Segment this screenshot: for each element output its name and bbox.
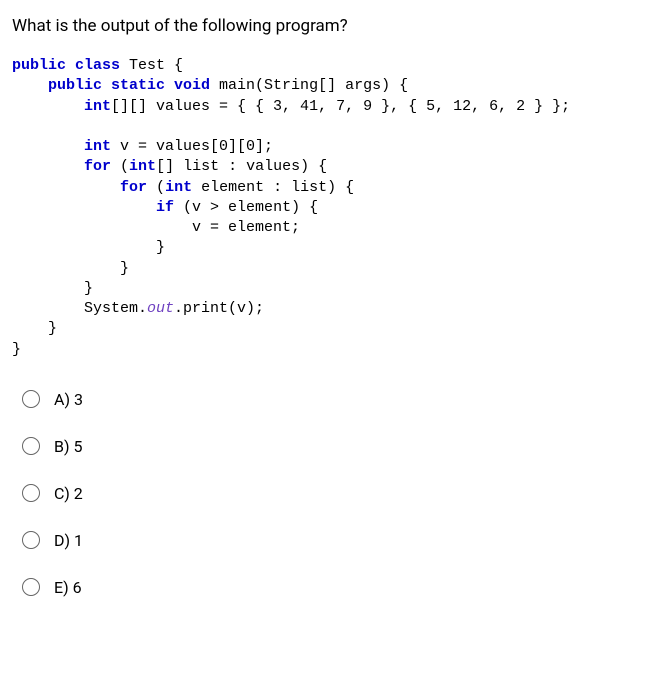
code-text: } — [120, 260, 129, 277]
option-d[interactable]: D) 1 — [22, 531, 642, 550]
kw: int — [84, 98, 111, 115]
radio-icon — [22, 390, 40, 408]
code-text: element : list) { — [192, 179, 354, 196]
option-c[interactable]: C) 2 — [22, 484, 642, 503]
option-label: B) 5 — [54, 437, 83, 456]
option-label: E) 6 — [54, 578, 82, 597]
radio-icon — [22, 484, 40, 502]
radio-icon — [22, 578, 40, 596]
option-b[interactable]: B) 5 — [22, 437, 642, 456]
code-text: .print(v); — [174, 300, 264, 317]
code-text: v = values[0][0]; — [111, 138, 273, 155]
code-text: [][] values = { { 3, 41, 7, 9 }, { 5, 12… — [111, 98, 570, 115]
option-a[interactable]: A) 3 — [22, 390, 642, 409]
kw: public class — [12, 57, 120, 74]
kw: for — [84, 158, 111, 175]
code-text: } — [48, 320, 57, 337]
radio-icon — [22, 531, 40, 549]
code-text: [] list : values) { — [156, 158, 327, 175]
question-text: What is the output of the following prog… — [12, 16, 642, 36]
code-block: public class Test { public static void m… — [12, 56, 642, 360]
kw: int — [84, 138, 111, 155]
code-text: System. — [84, 300, 147, 317]
option-label: C) 2 — [54, 484, 83, 503]
kw: int — [165, 179, 192, 196]
code-text: (v > element) { — [174, 199, 318, 216]
kw: public static void — [48, 77, 210, 94]
code-out: out — [147, 300, 174, 317]
code-text: } — [156, 239, 165, 256]
kw: if — [156, 199, 174, 216]
answer-options: A) 3 B) 5 C) 2 D) 1 E) 6 — [12, 390, 642, 597]
option-e[interactable]: E) 6 — [22, 578, 642, 597]
code-text: ( — [111, 158, 129, 175]
option-label: A) 3 — [54, 390, 83, 409]
code-text: ( — [147, 179, 165, 196]
code-text: Test { — [120, 57, 183, 74]
kw: int — [129, 158, 156, 175]
code-text: } — [12, 341, 21, 358]
option-label: D) 1 — [54, 531, 83, 550]
kw: for — [120, 179, 147, 196]
code-text: } — [84, 280, 93, 297]
code-text: v = element; — [192, 219, 300, 236]
radio-icon — [22, 437, 40, 455]
code-text: main(String[] args) { — [210, 77, 408, 94]
